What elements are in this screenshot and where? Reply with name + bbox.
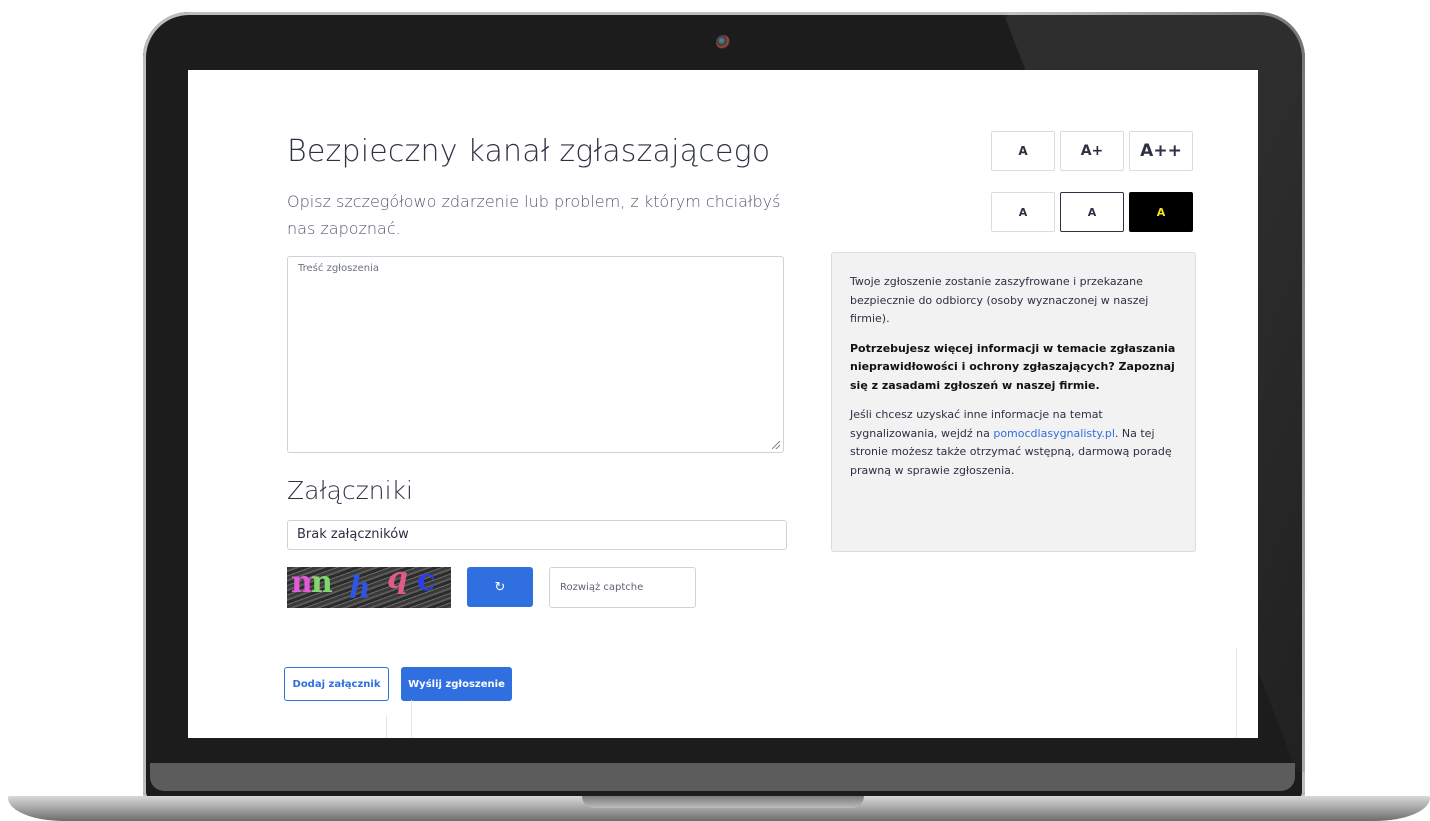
captcha-input[interactable]: Rozwiąż captche xyxy=(549,567,696,608)
captcha-image: m n h q c xyxy=(287,567,451,608)
add-attachment-button[interactable]: Dodaj załącznik xyxy=(284,667,389,701)
attachments-heading: Załączniki xyxy=(287,476,413,505)
captcha-glyph: h xyxy=(349,571,371,606)
info-panel: Twoje zgłoszenie zostanie zaszyfrowane i… xyxy=(831,252,1196,552)
contrast-default-button[interactable]: A xyxy=(991,192,1055,232)
info-paragraph-bold: Potrzebujesz więcej informacji w temacie… xyxy=(850,341,1176,392)
page-subtitle: Opisz szczegółowo zdarzenie lub problem,… xyxy=(287,192,781,238)
divider xyxy=(1236,648,1237,738)
report-placeholder: Treść zgłoszenia xyxy=(298,263,379,274)
font-size-normal-button[interactable]: A xyxy=(991,131,1055,171)
attachments-list: Brak załączników xyxy=(287,520,787,550)
font-size-xlarge-button[interactable]: A++ xyxy=(1129,131,1193,171)
captcha-glyph: n xyxy=(311,567,333,600)
divider xyxy=(411,700,412,738)
contrast-dark-text-button[interactable]: A xyxy=(1060,192,1124,232)
refresh-icon: ↻ xyxy=(494,579,506,595)
font-size-large-button[interactable]: A+ xyxy=(1060,131,1124,171)
captcha-glyph: c xyxy=(417,567,436,598)
divider xyxy=(386,715,387,738)
webcam-icon xyxy=(716,35,730,49)
external-link[interactable]: pomocdlasygnalisty.pl xyxy=(993,427,1115,440)
submit-report-button[interactable]: Wyślij zgłoszenie xyxy=(401,667,512,701)
laptop-chin xyxy=(150,763,1295,791)
contrast-high-button[interactable]: A xyxy=(1129,192,1193,232)
report-textarea[interactable]: Treść zgłoszenia xyxy=(287,256,784,453)
info-paragraph: Twoje zgłoszenie zostanie zaszyfrowane i… xyxy=(850,275,1149,325)
captcha-input-placeholder: Rozwiąż captche xyxy=(560,582,644,593)
page-title: Bezpieczny kanał zgłaszającego xyxy=(287,134,771,169)
captcha-refresh-button[interactable]: ↻ xyxy=(467,567,533,607)
laptop-notch xyxy=(582,796,864,808)
info-paragraph: Jeśli chcesz uzyskać inne informacje na … xyxy=(850,406,1177,480)
screen: Bezpieczny kanał zgłaszającego Opisz szc… xyxy=(188,70,1258,738)
resize-handle-icon[interactable] xyxy=(772,441,780,449)
captcha-glyph: q xyxy=(387,567,408,596)
attachments-empty-text: Brak załączników xyxy=(297,527,409,542)
